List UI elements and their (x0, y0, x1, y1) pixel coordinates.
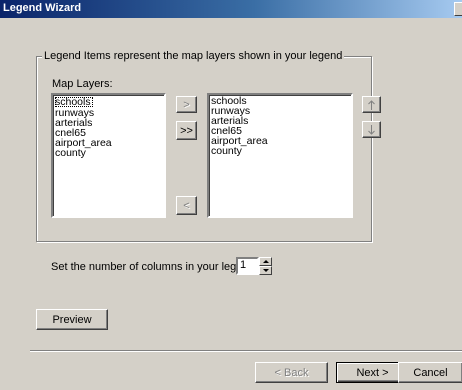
arrow-up-icon (368, 99, 375, 110)
remove-button[interactable]: < (176, 196, 197, 215)
legend-wizard-window: Legend Wizard Legend Items represent the… (0, 0, 462, 390)
chevron-up-icon (263, 260, 269, 263)
list-item[interactable]: schools (55, 97, 93, 107)
window-title: Legend Wizard (3, 2, 82, 14)
close-button[interactable] (454, 2, 462, 16)
columns-input[interactable]: 1 (236, 257, 259, 275)
cancel-button[interactable]: Cancel (398, 362, 462, 383)
move-down-button[interactable] (362, 121, 381, 138)
move-up-button[interactable] (362, 96, 381, 113)
columns-spinner[interactable] (259, 257, 272, 275)
add-one-button[interactable]: > (176, 96, 197, 113)
available-layers-list[interactable]: schools runways arterials cnel65 airport… (51, 93, 166, 218)
list-item[interactable]: county (211, 146, 349, 157)
title-bar: Legend Wizard (0, 0, 462, 18)
preview-button[interactable]: Preview (36, 309, 108, 330)
add-all-button[interactable]: >> (176, 121, 197, 140)
list-item[interactable]: county (55, 148, 162, 159)
spin-up-button[interactable] (259, 257, 272, 266)
legend-items-list[interactable]: schools runways arterials cnel65 airport… (207, 93, 353, 218)
map-layers-label: Map Layers: (52, 78, 113, 90)
arrow-down-icon (368, 124, 375, 135)
columns-label: Set the number of columns in your legend… (51, 261, 258, 273)
spin-down-button[interactable] (259, 266, 272, 275)
chevron-down-icon (263, 269, 269, 272)
footer-separator (30, 350, 462, 352)
group-title: Legend Items represent the map layers sh… (42, 50, 345, 62)
back-button[interactable]: < Back (255, 362, 328, 383)
